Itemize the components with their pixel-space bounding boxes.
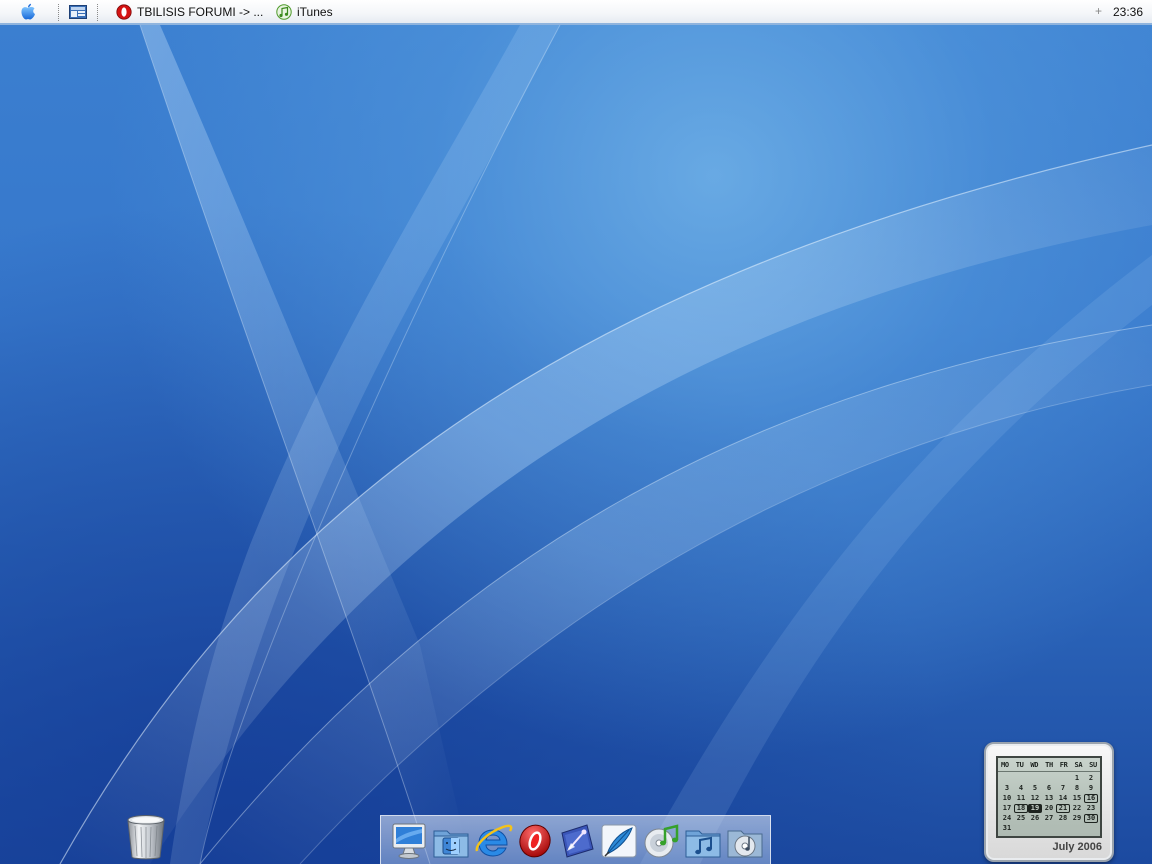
calendar-weekday: TH [1045, 761, 1053, 769]
calendar-days: 1 2 3 4 5 6 7 8 9 10 11 12 13 14 15 16 17 18 19 20 21 22 23 24 2… [998, 772, 1100, 833]
calendar-day[interactable]: 28 [1056, 814, 1070, 823]
calendar-day [1070, 824, 1084, 833]
design-app-icon[interactable] [557, 821, 597, 861]
calendar-day [1084, 824, 1098, 833]
calendar-widget[interactable]: MO TU WD TH FR SA SU 1 2 3 4 5 6 7 8 9 10 11 12 13 14 15 16 17… [984, 742, 1114, 862]
calendar-weekday: MO [1001, 761, 1009, 769]
calendar-day[interactable]: 10 [1000, 794, 1014, 803]
calendar-day[interactable]: 12 [1028, 794, 1042, 803]
calendar-day[interactable]: 6 [1042, 784, 1056, 793]
opera-icon [116, 4, 132, 20]
feather-icon[interactable] [599, 821, 639, 861]
calendar-weekdays: MO TU WD TH FR SA SU [998, 758, 1100, 772]
calendar-day[interactable]: 21 [1056, 804, 1070, 813]
task-label: iTunes [297, 5, 333, 19]
apple-menu-icon[interactable] [18, 3, 38, 21]
calendar-day [1028, 824, 1042, 833]
calendar-day [1042, 774, 1056, 783]
calendar-day[interactable]: 3 [1000, 784, 1014, 793]
trash-icon[interactable] [125, 813, 167, 861]
calendar-day [1014, 774, 1028, 783]
calendar-day[interactable]: 23 [1084, 804, 1098, 813]
calendar-day[interactable]: 14 [1056, 794, 1070, 803]
calendar-day [1014, 824, 1028, 833]
taskbar-task-opera[interactable]: TBILISIS FORUMI -> ... [116, 3, 263, 21]
media-player-icon[interactable] [725, 821, 765, 861]
calendar-day[interactable]: 18 [1014, 804, 1028, 813]
calendar-day[interactable]: 19 [1028, 804, 1042, 813]
calendar-weekday: SU [1089, 761, 1097, 769]
calendar-day[interactable]: 24 [1000, 814, 1014, 823]
calendar-day [1000, 774, 1014, 783]
calendar-day [1056, 824, 1070, 833]
calendar-day [1042, 824, 1056, 833]
calendar-day[interactable]: 27 [1042, 814, 1056, 823]
calendar-day[interactable]: 22 [1070, 804, 1084, 813]
internet-explorer-icon[interactable] [473, 821, 513, 861]
dock [380, 815, 771, 864]
tray-expand-button[interactable]: + [1095, 4, 1102, 18]
my-computer-icon[interactable] [389, 821, 429, 861]
calendar-day[interactable]: 1 [1070, 774, 1084, 783]
calendar-day[interactable]: 8 [1070, 784, 1084, 793]
task-label: TBILISIS FORUMI -> ... [137, 5, 264, 19]
desktop-wallpaper [0, 25, 1152, 864]
clock: 23:36 [1113, 5, 1144, 19]
show-desktop-icon[interactable] [69, 5, 87, 19]
taskbar: TBILISIS FORUMI -> ... iTunes + 23:36 [0, 0, 1152, 25]
calendar-day[interactable]: 5 [1028, 784, 1042, 793]
calendar-day[interactable]: 13 [1042, 794, 1056, 803]
wallpaper-swooshes [59, 25, 1152, 864]
calendar-day[interactable]: 15 [1070, 794, 1084, 803]
itunes-icon [276, 4, 292, 20]
calendar-day[interactable]: 30 [1084, 814, 1098, 823]
calendar-weekday: WD [1030, 761, 1039, 769]
calendar-display: MO TU WD TH FR SA SU 1 2 3 4 5 6 7 8 9 10 11 12 13 14 15 16 17… [996, 756, 1102, 838]
calendar-month-year: July 2006 [1052, 841, 1102, 853]
opera-icon[interactable] [515, 821, 555, 861]
calendar-day[interactable]: 31 [1000, 824, 1014, 833]
music-folder-icon[interactable] [683, 821, 723, 861]
calendar-weekday: TU [1015, 761, 1024, 769]
calendar-weekday: FR [1059, 761, 1068, 769]
taskbar-separator [97, 4, 98, 21]
calendar-day[interactable]: 25 [1014, 814, 1028, 823]
taskbar-separator [58, 4, 59, 21]
calendar-day[interactable]: 16 [1084, 794, 1098, 803]
calendar-day[interactable]: 9 [1084, 784, 1098, 793]
calendar-day [1028, 774, 1042, 783]
calendar-day[interactable]: 7 [1056, 784, 1070, 793]
calendar-day [1056, 774, 1070, 783]
calendar-day[interactable]: 11 [1014, 794, 1028, 803]
taskbar-task-itunes[interactable]: iTunes [276, 3, 333, 21]
calendar-day[interactable]: 20 [1042, 804, 1056, 813]
itunes-icon[interactable] [641, 821, 681, 861]
calendar-weekday: SA [1074, 761, 1083, 769]
calendar-day[interactable]: 17 [1000, 804, 1014, 813]
calendar-day[interactable]: 29 [1070, 814, 1084, 823]
calendar-day[interactable]: 2 [1084, 774, 1098, 783]
calendar-day[interactable]: 26 [1028, 814, 1042, 823]
calendar-day[interactable]: 4 [1014, 784, 1028, 793]
finder-icon[interactable] [431, 821, 471, 861]
